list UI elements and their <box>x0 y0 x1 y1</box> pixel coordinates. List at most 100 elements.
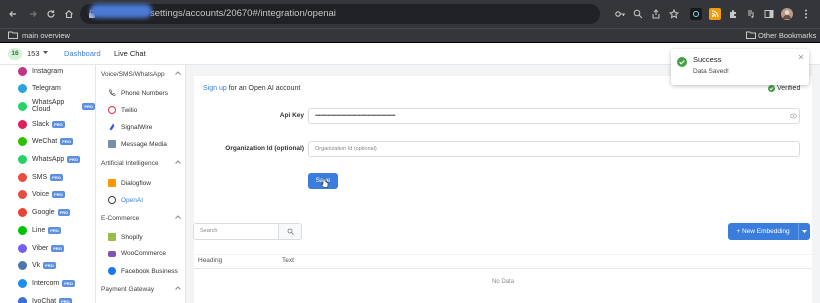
whatsapp-icon <box>18 155 27 164</box>
key-icon[interactable] <box>614 8 626 20</box>
subnav-item-label: Dialogflow <box>121 179 151 187</box>
url-text: settings/accounts/20670#/integration/ope… <box>150 8 336 19</box>
eye-icon[interactable] <box>790 113 797 119</box>
folder-icon <box>8 31 18 39</box>
puzzle-icon[interactable] <box>727 8 739 20</box>
line-icon <box>18 225 27 235</box>
embeddings-table: Heading Text No Data <box>194 255 812 303</box>
subnav-item-message-media[interactable]: Message Media <box>108 140 167 148</box>
message-media-icon <box>108 140 116 148</box>
subnav-item-signalwire[interactable]: SignalWire <box>108 123 152 131</box>
subnav-section-label: Artificial Intelligence <box>101 160 159 167</box>
subnav-item-woocommerce[interactable]: WooCommerce <box>108 250 166 257</box>
subnav-section-voice[interactable]: Voice/SMS/WhatsApp <box>101 71 181 78</box>
slack-icon <box>18 119 27 129</box>
sidebar-item-intercom[interactable]: Intercom PRO <box>0 274 95 292</box>
pro-badge: PRO <box>51 244 64 252</box>
subnav-item-openai[interactable]: OpenAI <box>108 196 143 204</box>
other-bookmarks-folder-icon <box>746 31 756 39</box>
sidebar-item-wechat[interactable]: WeChat PRO <box>0 133 95 151</box>
bookmark-main-overview[interactable]: main overview <box>22 31 70 40</box>
sidebar-item-whatsapp-cloud[interactable]: WhatsApp Cloud PRO <box>0 97 95 115</box>
sidebar-item-sms[interactable]: SMS PRO <box>0 168 95 186</box>
sidebar-item-slack[interactable]: Slack PRO <box>0 115 95 133</box>
subnav-section-ai[interactable]: Artificial Intelligence <box>101 160 181 167</box>
profile-avatar[interactable] <box>781 8 793 20</box>
phone-icon <box>108 89 116 97</box>
address-bar[interactable]: settings/accounts/20670#/integration/ope… <box>80 4 600 24</box>
search-input[interactable]: Search <box>193 223 279 240</box>
media-icon[interactable] <box>745 8 757 20</box>
sidebar-item-voice[interactable]: Voice PRO <box>0 186 95 204</box>
signup-link[interactable]: Sign up <box>203 85 227 92</box>
subnav-item-label: Phone Numbers <box>121 89 168 97</box>
extension-icon[interactable] <box>690 8 702 20</box>
zoom-icon[interactable] <box>632 8 644 20</box>
pro-badge: PRO <box>48 226 61 234</box>
column-heading: Heading <box>198 257 223 264</box>
integration-subnav: Voice/SMS/WhatsApp Phone Numbers Twilio … <box>96 65 186 303</box>
subnav-item-label: SignalWire <box>121 123 153 131</box>
sidebar-item-google[interactable]: Google PRO <box>0 204 95 222</box>
rss-icon[interactable] <box>709 8 721 20</box>
sidebar-item-label: Google <box>32 209 55 217</box>
bookmarks-bar: main overview Other Bookmarks <box>0 28 820 42</box>
share-icon[interactable] <box>650 8 662 20</box>
new-embedding-button[interactable]: + New Embedding <box>728 223 798 240</box>
search-button[interactable] <box>278 223 302 240</box>
organization-id-placeholder: Organization Id (optional) <box>315 146 377 152</box>
subnav-item-shopify[interactable]: Shopify <box>108 233 143 241</box>
check-circle-icon <box>768 85 775 92</box>
sidebar-item-instagram[interactable]: Instagram <box>0 65 95 80</box>
sidebar-item-label: SMS <box>32 173 48 181</box>
subnav-section-label: E-Commerce <box>101 215 140 222</box>
pro-badge: PRO <box>60 138 73 146</box>
other-bookmarks[interactable]: Other Bookmarks <box>758 31 816 40</box>
close-icon[interactable] <box>798 54 804 60</box>
success-toast: Success Data Saved! <box>671 49 809 85</box>
forward-icon[interactable] <box>26 7 40 21</box>
browser-toolbar: settings/accounts/20670#/integration/ope… <box>0 0 820 28</box>
subnav-section-ecommerce[interactable]: E-Commerce <box>101 215 181 222</box>
api-key-input[interactable]: ••••••••••••••••••••••••••••••••••••••••… <box>308 108 800 124</box>
nav-dashboard[interactable]: Dashboard <box>64 49 101 58</box>
sidebar-toggle-icon[interactable] <box>763 8 775 20</box>
pro-badge: PRO <box>82 102 95 110</box>
pro-badge: PRO <box>62 279 75 287</box>
subnav-item-dialogflow[interactable]: Dialogflow <box>108 179 151 187</box>
subnav-item-label: WooCommerce <box>121 250 167 257</box>
reload-icon[interactable] <box>44 7 58 21</box>
account-badge[interactable]: 16 <box>8 48 22 60</box>
back-icon[interactable] <box>6 7 20 21</box>
star-icon[interactable] <box>668 8 680 20</box>
new-embedding-dropdown[interactable] <box>798 223 810 240</box>
google-icon <box>18 208 27 218</box>
intercom-icon <box>18 278 27 288</box>
subnav-item-facebook-business[interactable]: Facebook Business <box>108 267 178 275</box>
nav-live-chat[interactable]: Live Chat <box>114 49 146 58</box>
caret-down-icon[interactable] <box>43 51 48 55</box>
sidebar-item-ivochat[interactable]: IvoChat PRO <box>0 292 95 303</box>
subnav-item-label: Facebook Business <box>121 267 178 275</box>
empty-state: No Data <box>491 279 514 285</box>
sidebar-item-viber[interactable]: Viber PRO <box>0 239 95 257</box>
subnav-item-label: Shopify <box>121 233 143 241</box>
sidebar-item-whatsapp[interactable]: WhatsApp PRO <box>0 151 95 169</box>
sidebar-item-label: IvoChat <box>32 297 57 303</box>
voice-icon <box>18 190 27 200</box>
instagram-icon <box>18 66 27 76</box>
subnav-item-twilio[interactable]: Twilio <box>108 106 137 114</box>
subnav-item-phone-numbers[interactable]: Phone Numbers <box>108 89 168 97</box>
sidebar-item-line[interactable]: Line PRO <box>0 221 95 239</box>
signalwire-icon <box>108 123 116 131</box>
sidebar-item-label: Intercom <box>32 279 60 287</box>
sidebar-item-telegram[interactable]: Telegram <box>0 80 95 98</box>
new-embedding-label: + New Embedding <box>736 228 790 235</box>
twilio-icon <box>108 106 116 114</box>
subnav-section-payment[interactable]: Payment Gateway <box>101 286 181 293</box>
menu-kebab-icon[interactable] <box>800 8 812 20</box>
home-icon[interactable] <box>62 7 76 21</box>
organization-id-input[interactable]: Organization Id (optional) <box>308 141 800 157</box>
sidebar-item-vk[interactable]: Vk PRO <box>0 257 95 275</box>
account-count[interactable]: 153 <box>27 49 40 58</box>
